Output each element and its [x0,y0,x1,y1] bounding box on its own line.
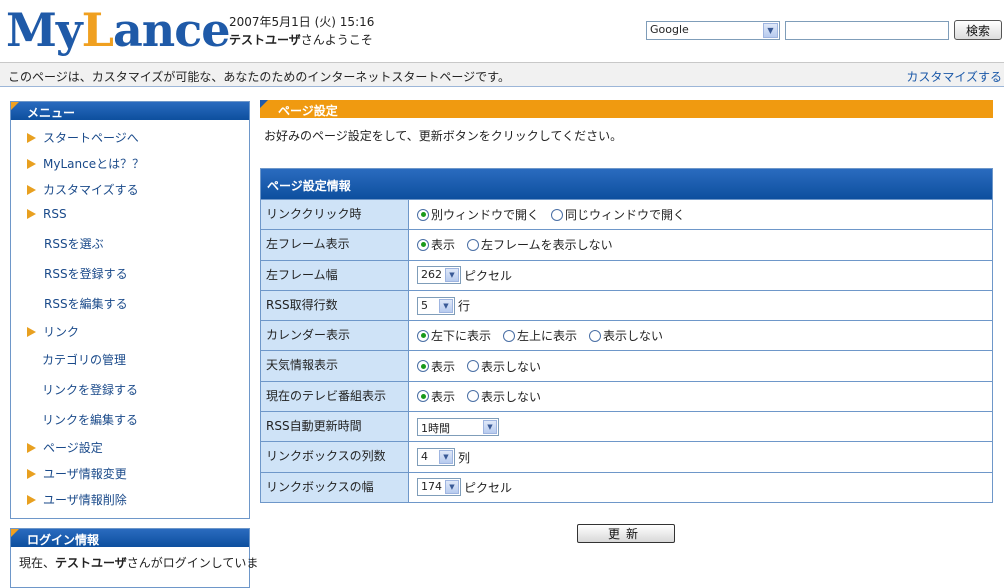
row-label: リンクボックスの列数 [261,442,409,472]
table-row: 左フレーム表示 表示 左フレームを表示しない [261,229,992,260]
radio-calendar-hide[interactable]: 表示しない [589,327,663,344]
row-label: 天気情報表示 [261,351,409,381]
login-status: 現在、テストユーザさんがログインしていま [19,556,259,570]
login-header: ログイン情報 [11,529,249,547]
triangle-right-icon [27,133,36,143]
triangle-right-icon [27,327,36,337]
sidebar-item-user-change[interactable]: ユーザ情報変更 [27,465,127,482]
rss-rows-select[interactable]: 5 ▼ [417,296,455,315]
triangle-right-icon [27,209,36,219]
row-label: RSS自動更新時間 [261,412,409,442]
sidebar-item-about[interactable]: MyLanceとは？？ [27,155,144,172]
search-input[interactable] [785,21,949,40]
row-label: カレンダー表示 [261,321,409,351]
info-bar: このページは、カスタマイズが可能な、あなたのためのインターネットスタートページで… [0,62,1004,87]
radio-open-same-window[interactable]: 同じウィンドウで開く [551,206,685,223]
chevron-down-icon: ▼ [483,419,497,434]
radio-open-new-window[interactable]: 別ウィンドウで開く [417,206,539,223]
table-row: リンクボックスの幅 174 ▼ ピクセル [261,471,992,502]
radio-unchecked-icon [467,360,480,373]
chevron-down-icon: ▼ [763,23,778,38]
sidebar-item-link-edit[interactable]: リンクを編集する [42,411,138,428]
triangle-right-icon [27,159,36,169]
sidebar-item-customize[interactable]: カスタマイズする [27,181,139,198]
row-label: リンククリック時 [261,200,409,230]
table-row: 天気情報表示 表示 表示しない [261,350,992,381]
left-frame-width-select[interactable]: 262 ▼ [417,266,461,285]
triangle-right-icon [27,469,36,479]
sidebar-item-link[interactable]: リンク [27,323,79,340]
radio-weather-show[interactable]: 表示 [417,358,455,375]
radio-left-frame-hide[interactable]: 左フレームを表示しない [467,236,613,253]
corner-decoration-icon [11,102,19,110]
radio-checked-icon [417,390,429,403]
table-row: RSS自動更新時間 1時間 ▼ [261,411,992,442]
link-columns-select[interactable]: 4 ▼ [417,448,455,467]
chevron-down-icon: ▼ [439,450,453,465]
menu-header: メニュー [11,102,249,120]
rss-refresh-select[interactable]: 1時間 ▼ [417,417,499,436]
radio-calendar-bottom-left[interactable]: 左下に表示 [417,327,491,344]
search-button[interactable]: 検索 [954,20,1002,40]
table-row: カレンダー表示 左下に表示 左上に表示 表示しない [261,320,992,351]
radio-unchecked-icon [551,208,564,221]
row-label: 左フレーム幅 [261,260,409,290]
row-label: 現在のテレビ番組表示 [261,381,409,412]
triangle-right-icon [27,495,36,505]
welcome-message: テストユーザさんようこそ [229,33,373,47]
radio-unchecked-icon [589,329,602,342]
search-engine-select[interactable]: Google ▼ [646,21,780,40]
radio-left-frame-show[interactable]: 表示 [417,236,455,253]
info-text: このページは、カスタマイズが可能な、あなたのためのインターネットスタートページで… [8,70,510,84]
chevron-down-icon: ▼ [439,298,453,313]
row-label: RSS取得行数 [261,290,409,321]
radio-unchecked-icon [503,329,516,342]
settings-table-header: ページ設定情報 [261,169,992,199]
current-date: 2007年5月1日 (火) 15:16 [229,15,375,29]
sidebar-item-start-page[interactable]: スタートページへ [27,129,139,146]
row-label: 左フレーム表示 [261,230,409,260]
sidebar-item-category[interactable]: カテゴリの管理 [42,351,126,368]
sidebar-item-page-settings[interactable]: ページ設定 [27,439,103,456]
chevron-down-icon: ▼ [445,480,459,495]
radio-calendar-top-left[interactable]: 左上に表示 [503,327,577,344]
login-info-box: ログイン情報 現在、テストユーザさんがログインしていま [10,528,259,588]
corner-decoration-icon [260,100,268,108]
logo[interactable]: MyLance [6,2,231,58]
instruction-text: お好みのページ設定をして、更新ボタンをクリックしてください。 [264,129,623,143]
radio-unchecked-icon [467,238,480,251]
table-row: RSS取得行数 5 ▼ 行 [261,289,992,321]
sidebar-menu: メニュー スタートページへ MyLanceとは？？ カスタマイズする RSS R… [10,101,250,519]
radio-checked-icon [417,238,429,251]
sidebar-item-user-delete[interactable]: ユーザ情報削除 [27,491,127,508]
header: MyLance 2007年5月1日 (火) 15:16 テストユーザさんようこそ… [0,0,1004,62]
radio-checked-icon [417,208,429,221]
radio-unchecked-icon [467,390,480,403]
chevron-down-icon: ▼ [445,268,459,283]
triangle-right-icon [27,185,36,195]
corner-decoration-icon [11,529,19,537]
link-width-select[interactable]: 174 ▼ [417,478,461,497]
sidebar-item-rss-select[interactable]: RSSを選ぶ [44,235,104,252]
radio-weather-hide[interactable]: 表示しない [467,358,541,375]
sidebar-item-rss[interactable]: RSS [27,207,67,221]
table-row: 左フレーム幅 262 ▼ ピクセル [261,259,992,290]
sidebar-item-rss-edit[interactable]: RSSを編集する [44,295,128,312]
triangle-right-icon [27,443,36,453]
radio-checked-icon [417,360,429,373]
radio-tv-hide[interactable]: 表示しない [467,388,541,405]
sidebar-item-rss-register[interactable]: RSSを登録する [44,265,128,282]
row-label: リンクボックスの幅 [261,472,409,502]
table-row: リンククリック時 別ウィンドウで開く 同じウィンドウで開く [261,199,992,230]
sidebar-item-link-register[interactable]: リンクを登録する [42,381,138,398]
page-title: ページ設定 [260,100,993,118]
table-row: 現在のテレビ番組表示 表示 表示しない [261,380,992,412]
customize-link[interactable]: カスタマイズする [906,68,1002,85]
radio-tv-show[interactable]: 表示 [417,388,455,405]
settings-table: ページ設定情報 リンククリック時 別ウィンドウで開く 同じウィンドウで開く 左フ… [260,168,993,503]
radio-checked-icon [417,329,429,342]
table-row: リンクボックスの列数 4 ▼ 列 [261,441,992,472]
update-button[interactable]: 更新 [577,524,675,543]
